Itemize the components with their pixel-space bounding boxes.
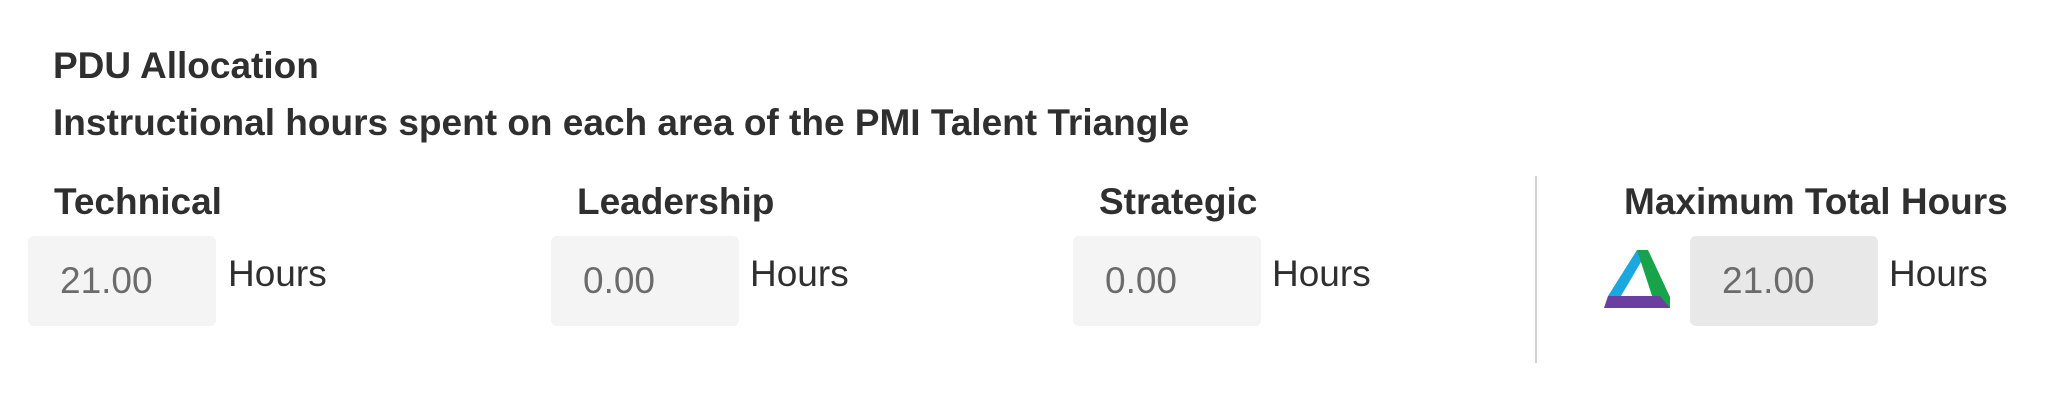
technical-label: Technical bbox=[54, 181, 222, 222]
technical-unit: Hours bbox=[228, 253, 327, 294]
section-title: PDU Allocation bbox=[53, 45, 319, 86]
strategic-unit: Hours bbox=[1272, 253, 1371, 294]
section-subtitle: Instructional hours spent on each area o… bbox=[53, 102, 1190, 143]
pmi-talent-triangle-icon bbox=[1604, 250, 1670, 308]
technical-hours-input[interactable] bbox=[28, 236, 216, 326]
section-divider bbox=[1535, 176, 1537, 363]
leadership-label: Leadership bbox=[577, 181, 775, 222]
total-label: Maximum Total Hours bbox=[1624, 181, 2008, 222]
leadership-unit: Hours bbox=[750, 253, 849, 294]
total-hours-input bbox=[1690, 236, 1878, 326]
strategic-hours-input[interactable] bbox=[1073, 236, 1261, 326]
strategic-label: Strategic bbox=[1099, 181, 1258, 222]
leadership-hours-input[interactable] bbox=[551, 236, 739, 326]
total-unit: Hours bbox=[1889, 253, 1988, 294]
